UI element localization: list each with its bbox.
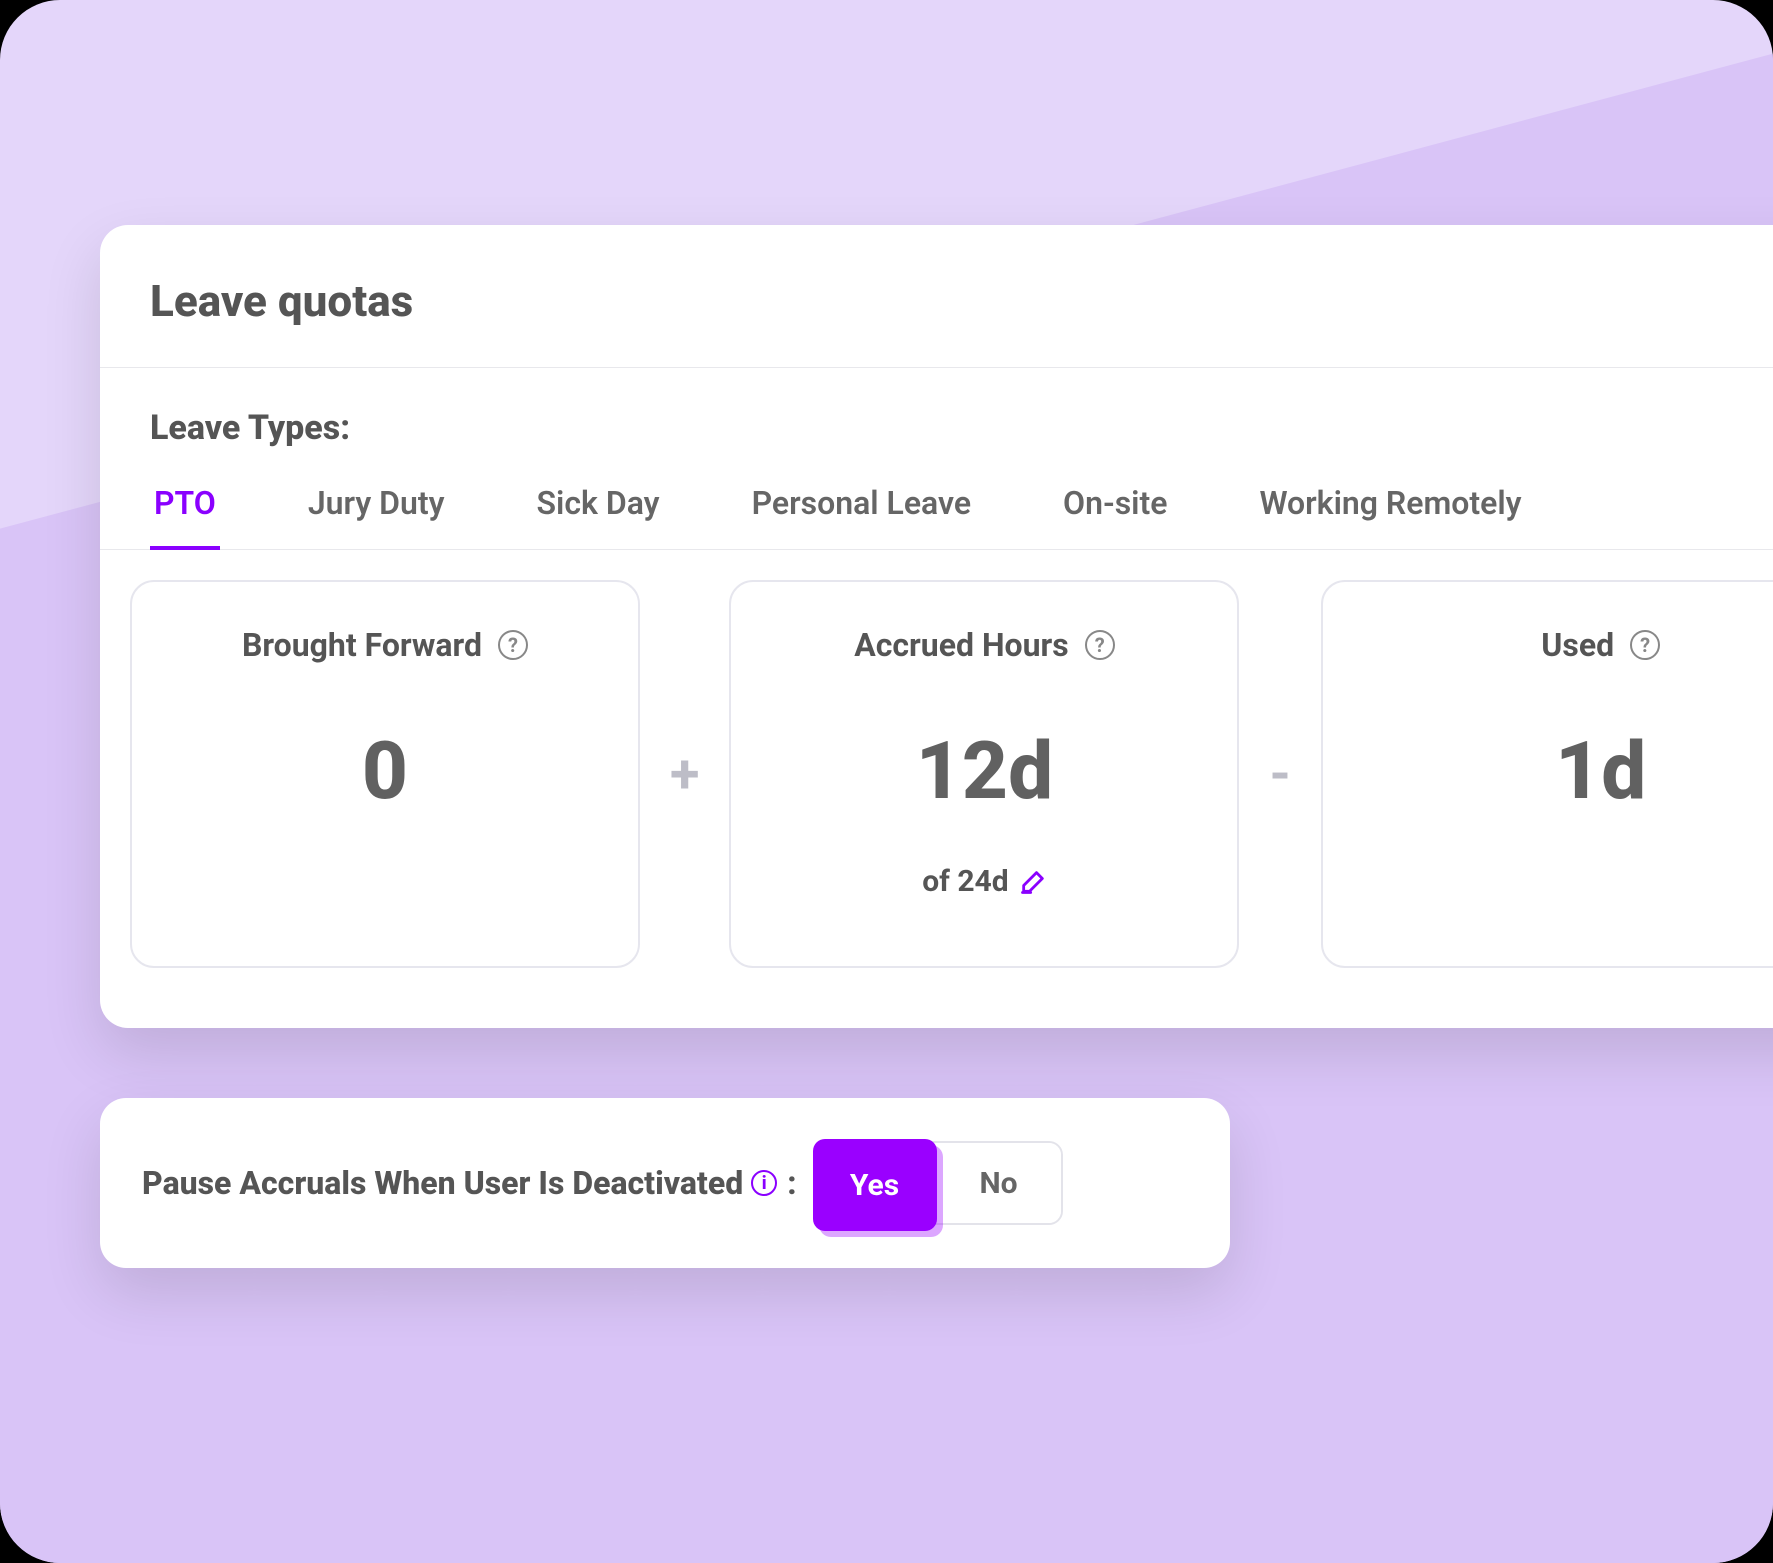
tab-pto[interactable]: PTO [150, 474, 220, 550]
tab-sick-day[interactable]: Sick Day [533, 474, 664, 549]
colon: : [787, 1164, 796, 1202]
info-icon[interactable]: i [751, 1170, 777, 1196]
help-icon[interactable]: ? [1630, 630, 1660, 660]
pause-accruals-label: Pause Accruals When User Is Deactivated [142, 1164, 743, 1202]
leave-types-label: Leave Types: [100, 368, 1773, 474]
tab-personal-leave[interactable]: Personal Leave [748, 474, 975, 549]
stat-card-brought-forward: Brought Forward ? 0 [130, 580, 640, 968]
edit-icon[interactable] [1019, 868, 1047, 896]
used-label: Used [1541, 626, 1614, 664]
tab-jury-duty[interactable]: Jury Duty [304, 474, 449, 549]
used-value: 1d [1555, 724, 1646, 818]
pause-toggle: Yes No [815, 1141, 1063, 1225]
toggle-no[interactable]: No [937, 1143, 1061, 1223]
toggle-yes[interactable]: Yes [813, 1139, 937, 1231]
accrued-label: Accrued Hours [854, 626, 1068, 664]
help-icon[interactable]: ? [1085, 630, 1115, 660]
stat-card-accrued: Accrued Hours ? 12d of 24d [729, 580, 1239, 968]
accrued-value: 12d [916, 724, 1053, 818]
leave-type-tabs: PTO Jury Duty Sick Day Personal Leave On… [100, 474, 1773, 550]
stat-card-used: Used ? 1d [1321, 580, 1773, 968]
minus-operator: - [1269, 743, 1290, 806]
help-icon[interactable]: ? [498, 630, 528, 660]
tab-on-site[interactable]: On-site [1059, 474, 1171, 549]
brought-forward-value: 0 [362, 724, 408, 818]
tab-working-remotely[interactable]: Working Remotely [1255, 474, 1525, 549]
accrued-sub: of 24d [922, 864, 1008, 899]
plus-operator: + [670, 743, 699, 806]
leave-quotas-card: Leave quotas Leave Types: PTO Jury Duty … [100, 225, 1773, 1028]
leave-quotas-title: Leave quotas [100, 275, 1773, 367]
brought-forward-label: Brought Forward [242, 626, 482, 664]
stats-row: Brought Forward ? 0 + Accrued Hours ? 12… [100, 550, 1773, 968]
pause-accruals-card: Pause Accruals When User Is Deactivated … [100, 1098, 1230, 1268]
